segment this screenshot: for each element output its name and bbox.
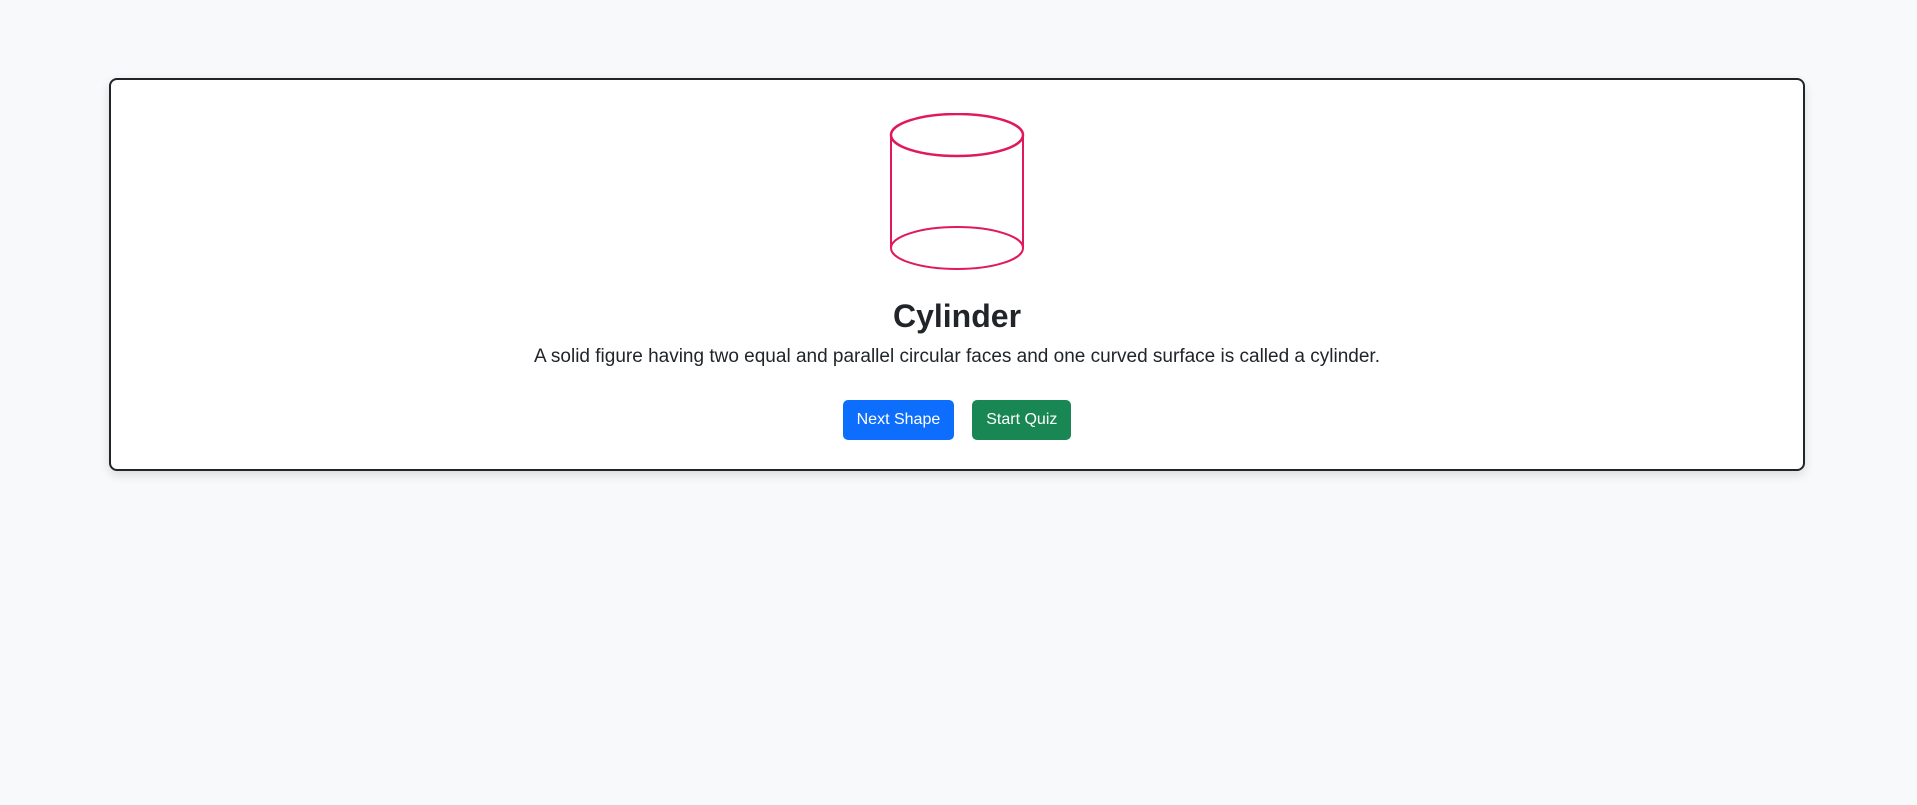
next-shape-button[interactable]: Next Shape — [842, 400, 955, 440]
action-buttons: Next Shape Start Quiz — [111, 400, 1803, 440]
shape-description: A solid figure having two equal and para… — [534, 346, 1380, 367]
shape-title: Cylinder — [892, 298, 1022, 334]
cylinder-icon — [889, 113, 1025, 270]
shape-card: Cylinder A solid figure having two equal… — [109, 78, 1805, 471]
shape-illustration — [111, 113, 1803, 273]
start-quiz-button[interactable]: Start Quiz — [972, 400, 1072, 440]
